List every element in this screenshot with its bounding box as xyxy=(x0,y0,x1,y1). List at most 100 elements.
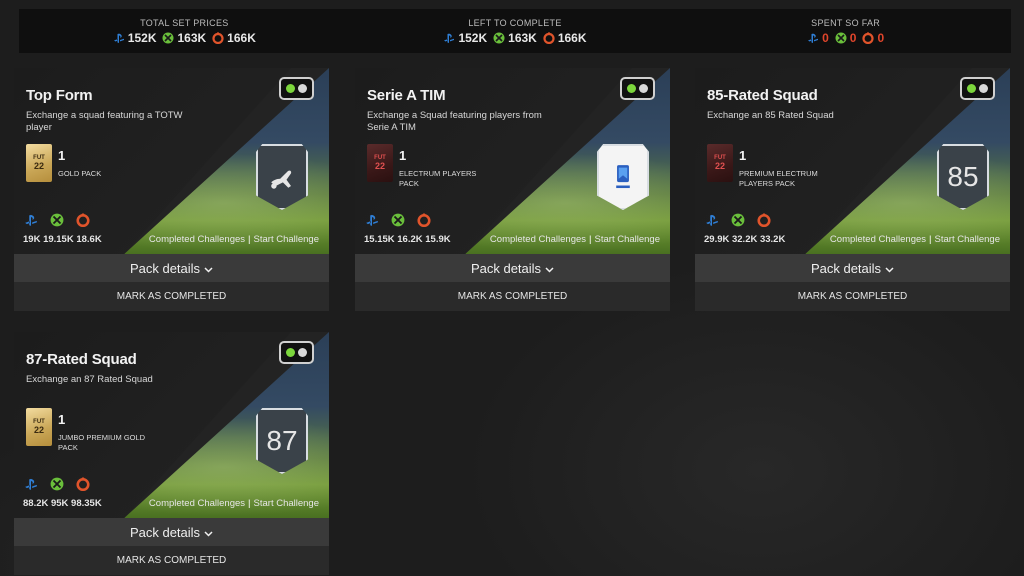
pack-details-label: Pack details xyxy=(129,524,201,540)
pack-name: JUMBO PREMIUM GOLD PACK xyxy=(58,433,146,452)
origin-icon xyxy=(862,31,875,44)
pack-logo-year: 22 xyxy=(714,161,725,171)
platform-icons xyxy=(24,213,90,227)
sbc-card-85-rated: 85-Rated Squad Exchange an 85 Rated Squa… xyxy=(695,68,1010,311)
toggle-off-dot xyxy=(298,84,307,93)
pack-details-button[interactable]: Pack details xyxy=(355,254,670,282)
card-title: Top Form xyxy=(26,87,93,104)
chevron-down-icon xyxy=(885,261,894,276)
favorite-toggle[interactable] xyxy=(960,77,995,100)
platform-icons xyxy=(24,477,90,491)
mark-as-completed-button[interactable]: MARK AS COMPLETED xyxy=(695,282,1010,311)
toggle-on-dot xyxy=(286,348,295,357)
pc-price: 166K xyxy=(543,31,587,45)
challenge-links: Completed Challenges | Start Challenge xyxy=(830,234,1000,245)
ps-price: 0 xyxy=(807,31,829,45)
summary-total-set-prices: TOTAL SET PRICES 152K 163K 166K xyxy=(34,18,334,45)
platform-icons xyxy=(705,213,771,227)
card-description: Exchange an 87 Rated Squad xyxy=(26,374,153,385)
playstation-icon xyxy=(365,213,379,227)
card-description: Exchange an 85 Rated Squad xyxy=(707,110,834,121)
pack-quantity: 1 xyxy=(58,148,66,163)
ps-value: 152K xyxy=(127,30,157,45)
mark-as-completed-button[interactable]: MARK AS COMPLETED xyxy=(14,282,329,311)
card-title: 87-Rated Squad xyxy=(26,351,137,368)
pack-image: FUT 22 xyxy=(26,144,52,182)
mark-as-completed-button[interactable]: MARK AS COMPLETED xyxy=(14,546,329,575)
pack-name: ELECTRUM PLAYERS PACK xyxy=(399,169,477,188)
pack-quantity: 1 xyxy=(58,412,66,427)
pack-image: FUT 22 xyxy=(26,408,52,446)
summary-spent-so-far: SPENT SO FAR 0 0 0 xyxy=(696,18,996,45)
challenge-links: Completed Challenges | Start Challenge xyxy=(490,234,660,245)
pack-logo-year: 22 xyxy=(33,425,44,435)
xbox-icon xyxy=(731,213,745,227)
start-challenge-link[interactable]: Start Challenge xyxy=(595,234,660,245)
card-title: 85-Rated Squad xyxy=(707,87,818,104)
challenge-links: Completed Challenges | Start Challenge xyxy=(149,498,319,509)
pack-details-button[interactable]: Pack details xyxy=(695,254,1010,282)
xbox-icon xyxy=(50,213,64,227)
platform-icons xyxy=(365,213,431,227)
summary-values: 152K 163K 166K xyxy=(443,31,587,45)
summary-title: TOTAL SET PRICES xyxy=(140,17,229,28)
pc-price: 166K xyxy=(212,31,256,45)
sbc-card-serie-a: Serie A TIM Exchange a Squad featuring p… xyxy=(355,68,670,311)
pack-details-button[interactable]: Pack details xyxy=(14,518,329,546)
origin-icon xyxy=(417,213,431,227)
challenge-prices: 15.15K 16.2K 15.9K xyxy=(364,234,451,245)
pack-details-button[interactable]: Pack details xyxy=(14,254,329,282)
pack-image: FUT 22 xyxy=(367,144,393,182)
completed-challenges-link[interactable]: Completed Challenges xyxy=(149,498,245,509)
completed-challenges-link[interactable]: Completed Challenges xyxy=(830,234,926,245)
chevron-down-icon xyxy=(204,261,213,276)
pack-quantity: 1 xyxy=(399,148,407,163)
start-challenge-link[interactable]: Start Challenge xyxy=(254,234,319,245)
pc-price: 0 xyxy=(862,31,884,45)
pack-name: GOLD PACK xyxy=(58,169,102,178)
playstation-icon xyxy=(705,213,719,227)
xbox-price: 0 xyxy=(835,31,856,45)
card-description: Exchange a Squad featuring players from … xyxy=(367,110,542,133)
favorite-toggle[interactable] xyxy=(279,77,314,100)
ps-value: 0 xyxy=(822,30,829,45)
summary-values: 0 0 0 xyxy=(807,31,884,45)
serie-a-logo-icon xyxy=(616,165,630,189)
pc-value: 166K xyxy=(557,30,587,45)
xbox-icon xyxy=(835,32,847,44)
chevron-down-icon xyxy=(204,525,213,540)
origin-icon xyxy=(76,213,90,227)
mark-as-completed-button[interactable]: MARK AS COMPLETED xyxy=(355,282,670,311)
summary-title: SPENT SO FAR xyxy=(811,17,881,28)
toggle-on-dot xyxy=(967,84,976,93)
challenge-prices: 19K 19.15K 18.6K xyxy=(23,234,102,245)
xbox-price: 163K xyxy=(493,31,537,45)
xbox-value: 163K xyxy=(177,30,207,45)
pc-value: 166K xyxy=(227,30,256,45)
xbox-icon xyxy=(391,213,405,227)
xbox-price: 163K xyxy=(162,31,206,45)
link-separator: | xyxy=(248,234,251,245)
favorite-toggle[interactable] xyxy=(279,341,314,364)
pack-details-label: Pack details xyxy=(810,260,882,276)
completed-challenges-link[interactable]: Completed Challenges xyxy=(149,234,245,245)
ps-price: 152K xyxy=(113,30,157,45)
playstation-icon xyxy=(24,477,38,491)
favorite-toggle[interactable] xyxy=(620,77,655,100)
card-description: Exchange a squad featuring a TOTW player xyxy=(26,110,183,133)
challenge-prices: 29.9K 32.2K 33.2K xyxy=(704,234,786,245)
playstation-icon xyxy=(113,32,125,44)
xbox-icon xyxy=(493,32,505,44)
start-challenge-link[interactable]: Start Challenge xyxy=(935,234,1000,245)
challenge-links: Completed Challenges | Start Challenge xyxy=(149,234,319,245)
ps-price: 152K xyxy=(443,31,487,45)
card-title: Serie A TIM xyxy=(367,87,446,104)
origin-icon xyxy=(543,31,555,44)
playstation-icon xyxy=(24,213,38,227)
pack-logo-year: 22 xyxy=(374,161,385,171)
start-challenge-link[interactable]: Start Challenge xyxy=(254,498,319,509)
toggle-off-dot xyxy=(979,84,988,93)
completed-challenges-link[interactable]: Completed Challenges xyxy=(490,234,586,245)
pack-image: FUT 22 xyxy=(707,144,733,182)
challenge-prices: 88.2K 95K 98.35K xyxy=(23,498,102,509)
